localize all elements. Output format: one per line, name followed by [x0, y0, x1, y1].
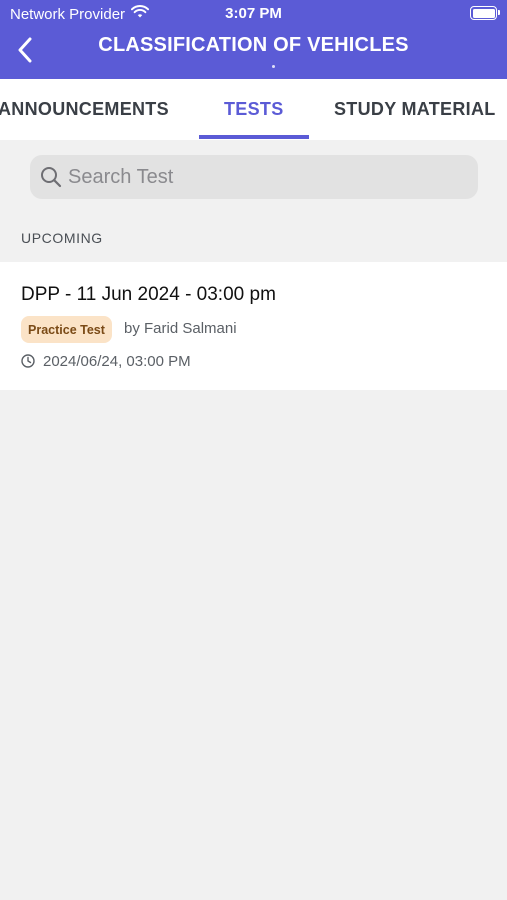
tab-announcements[interactable]: ANNOUNCEMENTS: [0, 99, 169, 120]
tab-bar: ANNOUNCEMENTS TESTS STUDY MATERIAL: [0, 79, 507, 140]
active-tab-indicator: [199, 135, 309, 139]
search-bar[interactable]: [30, 155, 478, 199]
section-heading-upcoming: UPCOMING: [21, 230, 103, 246]
test-title: DPP - 11 Jun 2024 - 03:00 pm: [21, 284, 276, 305]
page-title: CLASSIFICATION OF VEHICLES: [98, 34, 409, 56]
nav-bar: CLASSIFICATION OF VEHICLES: [0, 28, 507, 79]
clock-icon: [21, 354, 35, 368]
test-list-item[interactable]: DPP - 11 Jun 2024 - 03:00 pm Practice Te…: [0, 262, 507, 390]
chevron-left-icon: [17, 37, 33, 68]
test-author: by Farid Salmani: [124, 320, 237, 337]
test-type-badge: Practice Test: [21, 316, 112, 343]
battery-icon: [470, 6, 500, 20]
search-input[interactable]: [68, 165, 448, 189]
back-button[interactable]: [10, 37, 40, 67]
tab-tests[interactable]: TESTS: [224, 99, 284, 120]
app-header: Network Provider 3:07 PM CLASSIFICATION …: [0, 0, 507, 79]
status-time: 3:07 PM: [225, 5, 282, 22]
tab-study-material[interactable]: STUDY MATERIAL: [334, 99, 496, 120]
test-datetime: 2024/06/24, 03:00 PM: [43, 353, 191, 370]
status-bar: Network Provider 3:07 PM: [0, 0, 507, 28]
search-icon: [40, 166, 62, 188]
title-indicator-dot: [272, 65, 275, 68]
